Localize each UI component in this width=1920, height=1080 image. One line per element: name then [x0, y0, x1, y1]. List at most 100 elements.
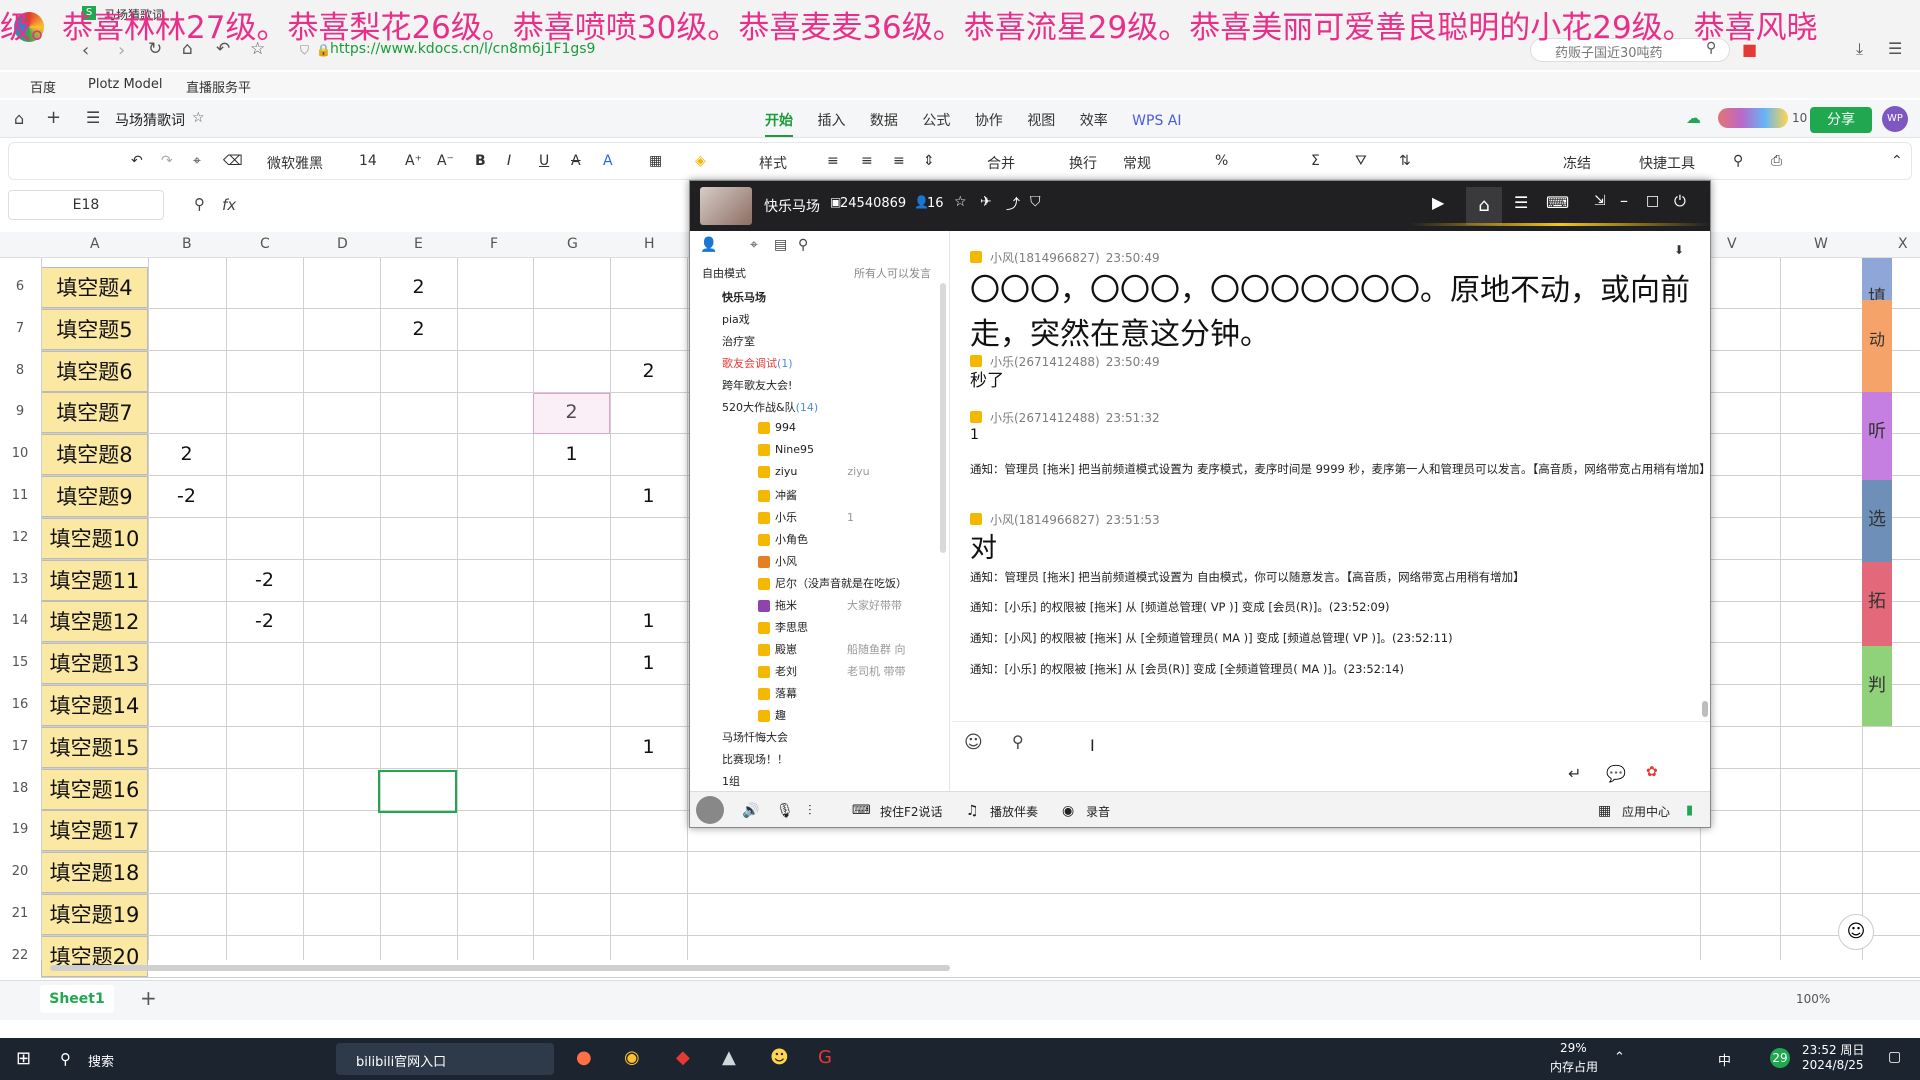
cell-score-h[interactable]	[610, 309, 687, 350]
col-header-C[interactable]: C	[260, 236, 270, 252]
row-header[interactable]: 18	[0, 781, 40, 796]
cell-score-h[interactable]	[610, 267, 687, 308]
shield-icon[interactable]: ⛉	[1030, 194, 1041, 210]
sum-icon[interactable]: Σ	[1311, 153, 1320, 169]
home-icon[interactable]: ⌂	[1466, 187, 1502, 225]
search-icon[interactable]: ⚲	[798, 237, 808, 253]
cell-score-b[interactable]	[148, 852, 225, 893]
scrollbar[interactable]	[50, 965, 950, 971]
cell-score-c[interactable]	[226, 267, 303, 308]
cell-score-h[interactable]	[610, 894, 687, 935]
ime-label[interactable]: 中	[1718, 1050, 1731, 1069]
cell-score-c[interactable]	[226, 518, 303, 559]
row-header[interactable]: 15	[0, 655, 40, 670]
search-icon[interactable]: ⚲	[1706, 40, 1716, 56]
bookmark-plotz[interactable]: Plotz Model	[88, 77, 163, 92]
translate-icon[interactable]: ⚲	[1012, 732, 1024, 751]
col-header-W[interactable]: W	[1814, 236, 1828, 252]
member-item[interactable]: 李思思	[758, 619, 808, 635]
cell-score-g[interactable]	[533, 518, 610, 559]
cell-score-e[interactable]	[380, 476, 457, 517]
row-header[interactable]: 19	[0, 822, 40, 837]
cell-score-e[interactable]	[380, 852, 457, 893]
border-icon[interactable]: ▦	[649, 153, 662, 169]
merge-button[interactable]: 合并	[987, 153, 1015, 173]
cell-score-b[interactable]	[148, 560, 225, 601]
cell-score-h[interactable]: 2	[610, 351, 687, 392]
game-icon[interactable]: ⌨	[1546, 193, 1569, 212]
taskbar-bili[interactable]: bilibili官网入口	[356, 1051, 446, 1070]
clock-time[interactable]: 23:52 周日	[1802, 1041, 1864, 1058]
cell-question[interactable]: 填空题17	[41, 810, 148, 851]
cell-question[interactable]: 填空题13	[41, 643, 148, 684]
tray-arrow-icon[interactable]: ⌃	[1614, 1050, 1625, 1065]
cell-question[interactable]: 填空题19	[41, 894, 148, 935]
cell-score-g[interactable]	[533, 727, 610, 768]
member-item[interactable]: 小风	[758, 553, 797, 569]
fill-color-icon[interactable]: ◈	[695, 153, 706, 169]
equalizer-icon[interactable]: ⫶	[808, 803, 812, 819]
message-sender[interactable]: 小乐(2671412488) 23:50:49	[990, 353, 1160, 370]
clock-date[interactable]: 2024/8/25	[1802, 1058, 1864, 1072]
align-center-icon[interactable]: ≡	[861, 153, 873, 169]
cell-score-h[interactable]: 1	[610, 476, 687, 517]
message-sender[interactable]: 小风(1814966827) 23:51:53	[990, 511, 1160, 528]
cell-score-h[interactable]	[610, 810, 687, 851]
cell-score-c[interactable]: -2	[226, 560, 303, 601]
cell-score-c[interactable]	[226, 476, 303, 517]
channel-item[interactable]: 马场忏悔大会	[722, 729, 788, 745]
strikethrough-icon[interactable]: A	[571, 153, 581, 169]
percent-icon[interactable]: %	[1215, 153, 1228, 169]
member-item[interactable]: 落幕	[758, 685, 797, 701]
home-icon[interactable]: ⌂	[182, 39, 193, 59]
member-item[interactable]: 尼尔（没声音就是在吃饭）	[758, 575, 907, 591]
tab-collab[interactable]: 协作	[975, 113, 1003, 129]
font-select[interactable]: 微软雅黑	[267, 153, 323, 173]
cell-score-g[interactable]	[533, 267, 610, 308]
f2-icon[interactable]: ⌨	[852, 803, 871, 818]
cell-score-g[interactable]	[533, 894, 610, 935]
bubble-icon[interactable]: 💬	[1606, 764, 1626, 783]
cell-score-e[interactable]	[380, 560, 457, 601]
cell-question[interactable]: 填空题5	[41, 309, 148, 350]
minimize-to-tray-icon[interactable]: ⇲	[1594, 193, 1606, 209]
cell-score-h[interactable]	[610, 392, 687, 433]
cell-score-c[interactable]	[226, 894, 303, 935]
channel-item[interactable]: 治疗室	[722, 333, 755, 349]
col-header-F[interactable]: F	[490, 236, 498, 252]
cell-score-g[interactable]	[533, 560, 610, 601]
row-header[interactable]: 17	[0, 739, 40, 754]
avatar[interactable]	[696, 796, 724, 824]
cell-score-h[interactable]	[610, 852, 687, 893]
tab-formula[interactable]: 公式	[922, 113, 950, 129]
record-icon[interactable]: ◉	[1062, 803, 1074, 819]
emoji-icon[interactable]: ☺	[964, 732, 983, 753]
add-sheet-icon[interactable]: +	[140, 986, 157, 1010]
cell-score-h[interactable]	[610, 434, 687, 475]
cell-score-c[interactable]	[226, 434, 303, 475]
col-header-H[interactable]: H	[644, 236, 655, 252]
cell-score-g[interactable]	[533, 601, 610, 642]
download-icon[interactable]: ⤓	[1856, 39, 1863, 59]
list-icon[interactable]: ☰	[1514, 193, 1528, 212]
app-icon-1[interactable]: ●	[576, 1047, 592, 1068]
doc-title[interactable]: 马场猜歌词	[115, 110, 185, 130]
windows-start-icon[interactable]: ⊞	[16, 1048, 31, 1069]
cell-score-g[interactable]	[533, 476, 610, 517]
cell-score-h[interactable]: 1	[610, 601, 687, 642]
cell-score-h[interactable]	[610, 685, 687, 726]
share-icon[interactable]: ⤴	[1006, 194, 1020, 214]
board-icon[interactable]: ▤	[774, 237, 787, 253]
cell-reference[interactable]: E18	[8, 190, 164, 220]
font-color-icon[interactable]: A	[603, 153, 613, 169]
tab-efficiency[interactable]: 效率	[1080, 113, 1108, 129]
zoom-formula-icon[interactable]: ⚲	[194, 195, 205, 213]
cell-score-c[interactable]	[226, 852, 303, 893]
col-header-E[interactable]: E	[414, 236, 423, 252]
home-icon[interactable]: ⌂	[14, 109, 24, 128]
star-icon[interactable]: ☆	[250, 39, 265, 59]
underline-icon[interactable]: U	[539, 153, 549, 169]
cell-score-c[interactable]	[226, 351, 303, 392]
channel-item[interactable]: 1组	[722, 773, 740, 789]
cell-score-e[interactable]	[380, 810, 457, 851]
